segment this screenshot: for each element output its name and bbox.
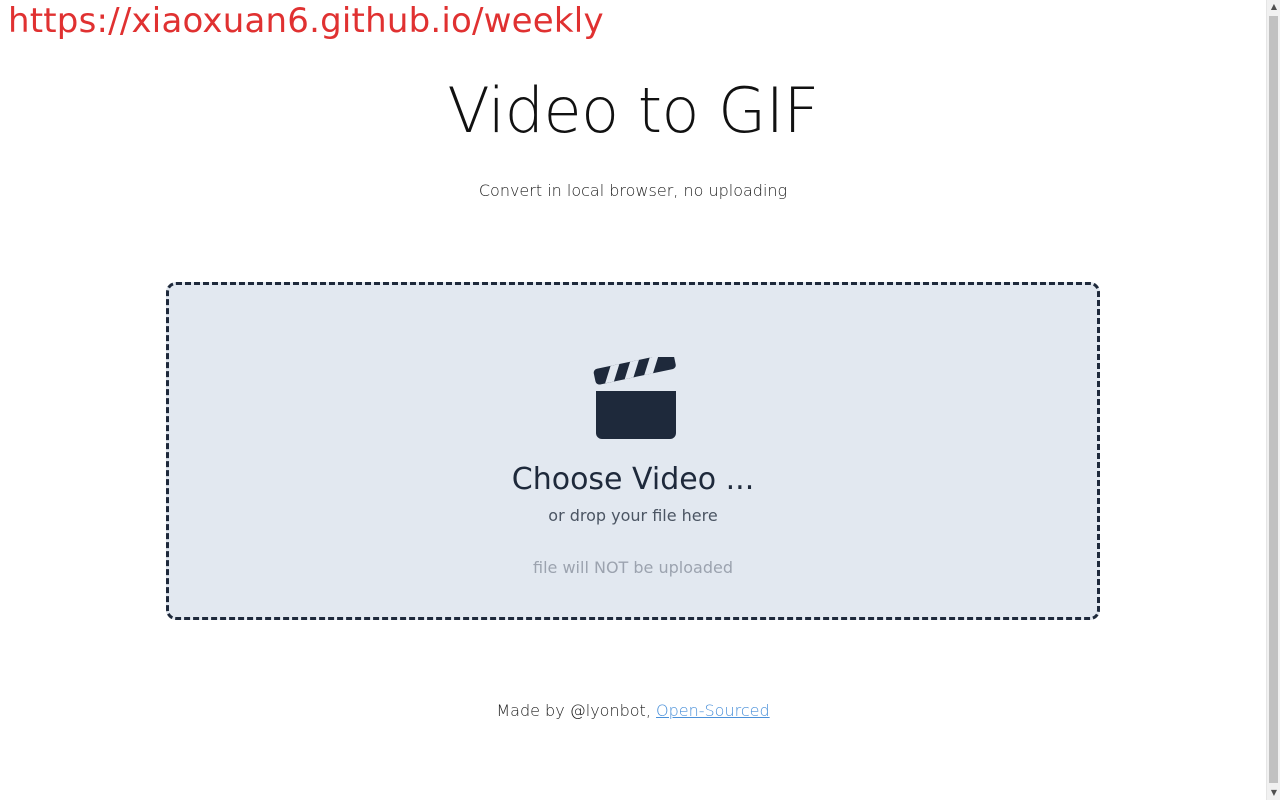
choose-video-label[interactable]: Choose Video ... xyxy=(169,461,1097,499)
scrollbar-thumb[interactable] xyxy=(1269,16,1278,783)
page-subtitle: Convert in local browser, no uploading xyxy=(478,181,788,200)
watermark-url: https://xiaoxuan6.github.io/weekly xyxy=(8,1,604,41)
page: Video to GIF Convert in local browser, n… xyxy=(0,0,1266,800)
footer: Made by @lyonbot, Open-Sourced xyxy=(0,700,1266,722)
privacy-note: file will NOT be uploaded xyxy=(533,558,733,577)
scroll-down-arrow-icon[interactable]: ▼ xyxy=(1267,786,1280,800)
video-dropzone[interactable]: Choose Video ... or drop your file here … xyxy=(166,282,1100,620)
made-by-text: Made by @lyonbot, xyxy=(496,701,651,720)
open-sourced-link[interactable]: Open-Sourced xyxy=(656,701,770,720)
page-title: Video to GIF xyxy=(447,74,819,147)
clapperboard-icon xyxy=(593,357,676,439)
vertical-scrollbar[interactable]: ▲ ▼ xyxy=(1266,0,1280,800)
drop-hint: or drop your file here xyxy=(548,506,718,525)
scroll-up-arrow-icon[interactable]: ▲ xyxy=(1267,0,1280,14)
